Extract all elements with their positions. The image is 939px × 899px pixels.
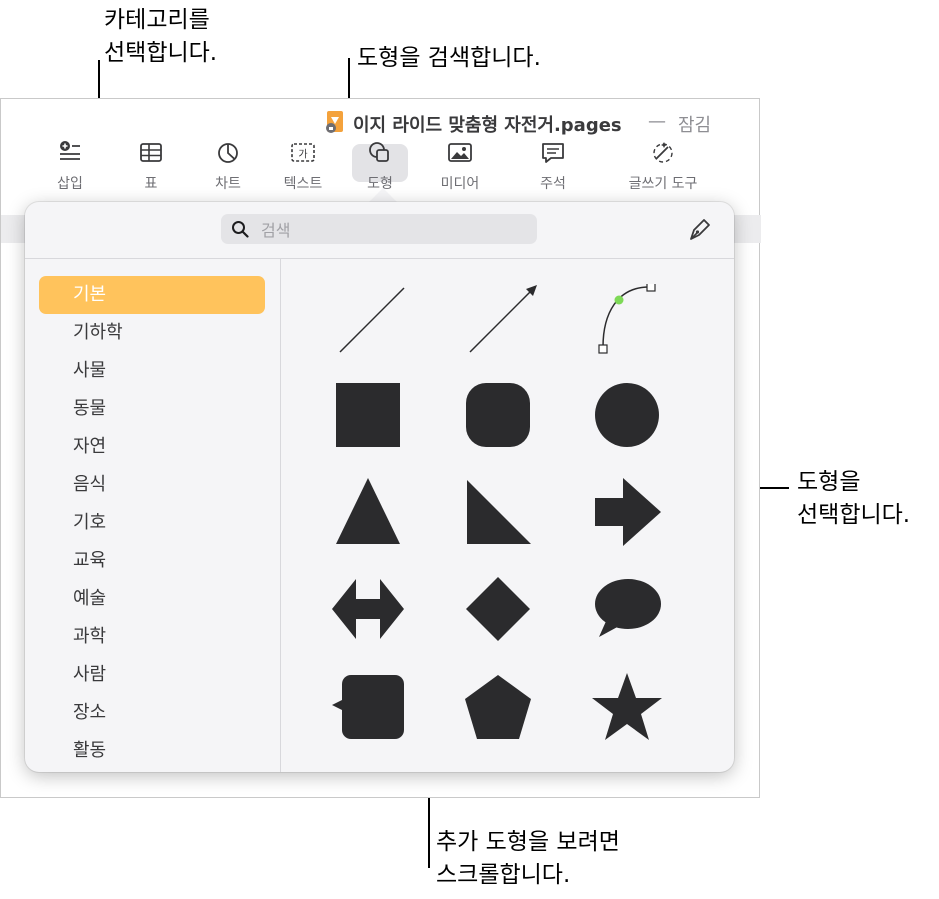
toolbar-media-button[interactable]: 미디어 (420, 139, 500, 193)
shape-diamond[interactable] (458, 569, 538, 649)
insert-icon (60, 141, 80, 160)
document-title: 이지 라이드 맞춤형 자전거.pages (353, 115, 622, 136)
toolbar-media-label: 미디어 (440, 176, 480, 192)
category-item-symbols[interactable]: 기호 (39, 504, 265, 542)
table-icon (140, 143, 162, 162)
toolbar-chart-label: 차트 (215, 176, 241, 192)
chart-icon (218, 143, 238, 163)
shape-arrow[interactable] (587, 472, 667, 552)
svg-text:가: 가 (298, 149, 307, 161)
shape-arrow-line[interactable] (458, 284, 538, 364)
shape-pentagon[interactable] (458, 667, 538, 747)
callout-category: 카테고리를 선택합니다. (104, 7, 218, 66)
shape-search-field[interactable] (221, 214, 537, 244)
pen-draw-icon[interactable] (687, 216, 713, 242)
shape-rounded-square[interactable] (458, 375, 538, 455)
shape-right-triangle[interactable] (458, 472, 538, 552)
toolbar-text-button[interactable]: 가 텍스트 (263, 139, 343, 193)
toolbar-writing-tools-label: 글쓰기 도구 (628, 176, 698, 192)
callout-scroll: 추가 도형을 보려면 스크롤합니다. (436, 829, 620, 888)
category-item-animals[interactable]: 동물 (39, 390, 265, 428)
category-list: 기본 기하학 사물 동물 자연 음식 기호 교육 예술 과학 사람 장소 활동 (39, 276, 265, 770)
shape-callout-square[interactable] (328, 667, 408, 747)
shape-line[interactable] (328, 284, 408, 364)
shape-speech-bubble[interactable] (587, 569, 667, 649)
toolbar-text-label: 텍스트 (283, 176, 323, 192)
shape-square[interactable] (328, 375, 408, 455)
title-separator: — (648, 111, 666, 132)
locked-status: 잠김 (678, 115, 712, 136)
category-item-places[interactable]: 장소 (39, 694, 265, 732)
toolbar-table-label: 표 (144, 176, 158, 192)
shape-search-input[interactable] (259, 217, 523, 243)
text-icon: 가 (291, 143, 315, 162)
popover-arrow (368, 188, 398, 203)
category-item-education[interactable]: 교육 (39, 542, 265, 580)
category-item-basic[interactable]: 기본 (39, 276, 265, 314)
callout-search: 도형을 검색합니다. (357, 45, 541, 71)
comment-icon (542, 143, 564, 163)
toolbar-shape-button[interactable]: 도형 (340, 139, 420, 193)
shape-double-arrow[interactable] (328, 569, 408, 649)
toolbar-table-button[interactable]: 표 (111, 139, 191, 193)
shape-icon (369, 142, 389, 162)
shape-circle[interactable] (587, 375, 667, 455)
category-item-people[interactable]: 사람 (39, 656, 265, 694)
shape-library-popover: 기본 기하학 사물 동물 자연 음식 기호 교육 예술 과학 사람 장소 활동 (25, 202, 734, 772)
shape-grid (281, 259, 734, 772)
shape-star[interactable] (587, 667, 667, 747)
pages-document-icon (326, 111, 343, 133)
category-item-food[interactable]: 음식 (39, 466, 265, 504)
category-item-nature[interactable]: 자연 (39, 428, 265, 466)
category-item-science[interactable]: 과학 (39, 618, 265, 656)
search-icon (232, 221, 249, 238)
toolbar-chart-button[interactable]: 차트 (188, 139, 268, 193)
category-item-objects[interactable]: 사물 (39, 352, 265, 390)
toolbar-comment-label: 주석 (540, 176, 566, 192)
media-icon (448, 143, 472, 162)
toolbar-insert-label: 삽입 (57, 176, 83, 192)
category-item-arts[interactable]: 예술 (39, 580, 265, 618)
shape-triangle[interactable] (328, 472, 408, 552)
category-item-activities[interactable]: 활동 (39, 732, 265, 770)
shape-curve[interactable] (587, 284, 667, 364)
writing-tools-icon (653, 142, 673, 163)
category-item-geometry[interactable]: 기하학 (39, 314, 265, 352)
callout-select-shape: 도형을 선택합니다. (797, 469, 911, 528)
toolbar-comment-button[interactable]: 주석 (513, 139, 593, 193)
toolbar-writing-tools-button[interactable]: 글쓰기 도구 (623, 139, 703, 193)
toolbar-insert-button[interactable]: 삽입 (30, 139, 110, 193)
title-bar: 이지 라이드 맞춤형 자전거.pages — 잠김 (1, 99, 761, 143)
